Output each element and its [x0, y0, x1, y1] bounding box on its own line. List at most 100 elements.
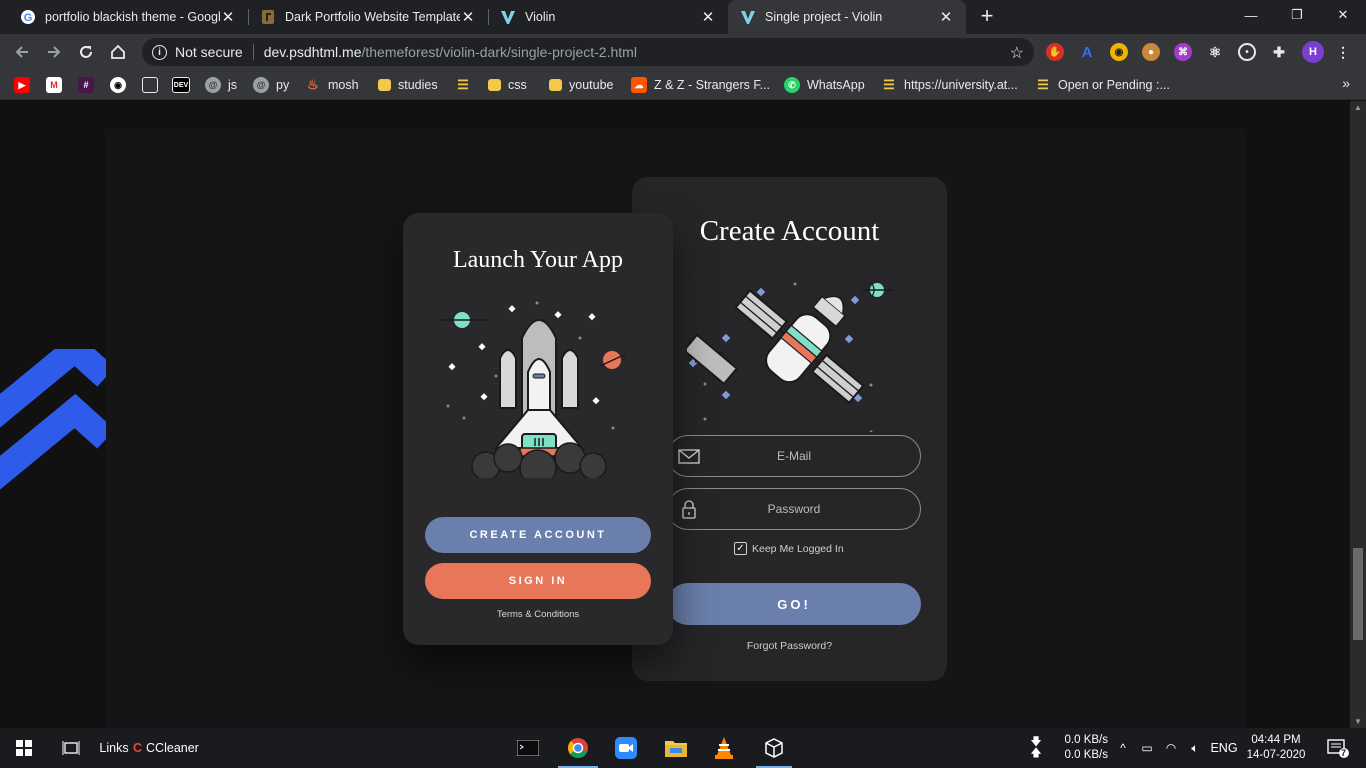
react-devtools-icon[interactable]: ⚛ [1206, 43, 1224, 61]
svg-text:G: G [24, 12, 33, 24]
window-close-button[interactable]: ✕ [1320, 0, 1366, 30]
maximize-button[interactable]: ❐ [1274, 0, 1320, 30]
close-icon[interactable]: ✕ [460, 9, 476, 26]
keep-logged-in-checkbox[interactable]: ✓ Keep Me Logged In [734, 542, 844, 555]
info-icon[interactable]: i [152, 44, 167, 60]
cookie-extension-icon[interactable]: ● [1142, 43, 1160, 61]
bookmark-css[interactable]: css [488, 76, 527, 94]
scroll-up-icon[interactable]: ▲ [1354, 103, 1362, 112]
minimize-button[interactable]: — [1228, 0, 1274, 30]
bookmark-github[interactable]: ◉ [110, 76, 133, 94]
battery-icon[interactable]: ▭ [1136, 728, 1158, 768]
page-scrollbar[interactable]: ▲ ▼ [1350, 101, 1366, 728]
page-viewport: Create Account E-Mail Password ✓ Keep Me… [0, 101, 1350, 728]
bookmark-open-pending[interactable]: ☰ Open or Pending :... [1035, 76, 1170, 94]
scrollbar-thumb[interactable] [1353, 548, 1363, 640]
box-app[interactable] [754, 728, 794, 768]
clock-date: 14-07-2020 [1246, 749, 1306, 761]
home-icon [111, 44, 125, 59]
home-button[interactable] [106, 40, 130, 64]
extensions-puzzle-icon[interactable]: ✚ [1270, 43, 1288, 61]
url-path: /themeforest/violin-dark/single-project-… [361, 44, 637, 60]
wifi-icon[interactable]: ◠ [1160, 728, 1182, 768]
start-button[interactable] [0, 728, 48, 768]
ladder-icon: ☰ [883, 77, 895, 92]
chrome-app[interactable] [556, 728, 600, 768]
tab-title: Dark Portfolio Website Templates [285, 10, 460, 24]
create-account-button[interactable]: CREATE ACCOUNT [425, 517, 651, 553]
links-toolbar[interactable]: Links [96, 728, 132, 768]
back-button[interactable] [10, 40, 34, 64]
keep-logged-in-label: Keep Me Logged In [752, 542, 844, 555]
file-explorer-app[interactable] [656, 728, 696, 768]
bookmark-slack[interactable]: # [78, 76, 101, 94]
codesandbox-icon [142, 77, 158, 93]
terminal-icon [517, 740, 539, 756]
ccleaner-shortcut[interactable]: C CCleaner [133, 728, 205, 768]
google-g-icon: G [20, 9, 36, 25]
purple-extension-icon[interactable]: ⌘ [1174, 43, 1192, 61]
task-view-button[interactable] [52, 728, 90, 768]
forward-button[interactable] [42, 40, 66, 64]
launch-app-card: Launch Your App CREATE ACCOUNT SIGN IN T… [403, 213, 673, 645]
clock[interactable]: 04:44 PM 14-07-2020 [1244, 733, 1308, 763]
zoom-app[interactable] [606, 728, 646, 768]
action-center-button[interactable]: 7 [1318, 728, 1358, 768]
bookmark-label: Open or Pending :... [1058, 78, 1170, 92]
terminal-app[interactable] [508, 728, 548, 768]
spiral-icon: @ [253, 77, 269, 93]
bookmark-dev[interactable]: DEV [172, 76, 197, 94]
bookmark-university[interactable]: ☰ https://university.at... [881, 76, 1018, 94]
bookmark-label: https://university.at... [904, 78, 1018, 92]
scroll-down-icon[interactable]: ▼ [1354, 717, 1362, 726]
profile-avatar[interactable]: H [1302, 41, 1324, 63]
password-field[interactable]: Password [667, 488, 921, 530]
vlc-app[interactable] [704, 728, 744, 768]
bookmark-label: mosh [328, 78, 359, 92]
close-icon[interactable]: ✕ [700, 9, 716, 26]
language-indicator[interactable]: ENG [1208, 728, 1240, 768]
bookmark-star-icon[interactable]: ☆ [1010, 43, 1024, 63]
sign-in-button[interactable]: SIGN IN [425, 563, 651, 599]
bookmark-whatsapp[interactable]: ✆ WhatsApp [784, 76, 865, 94]
bookmark-label: WhatsApp [807, 78, 865, 92]
bookmark-ladder[interactable]: ☰ [455, 76, 478, 94]
tab-title: Single project - Violin [765, 10, 883, 24]
new-tab-button[interactable]: + [976, 5, 998, 28]
tab-google[interactable]: G portfolio blackish theme - Google ✕ [8, 0, 248, 34]
reload-button[interactable] [74, 40, 98, 64]
bookmarks-bar: ▶ M # ◉ DEV @ js @ py ♨ mosh studies ☰ css … [0, 70, 1366, 100]
bookmark-gmail[interactable]: M [46, 76, 69, 94]
close-icon[interactable]: ✕ [220, 9, 236, 26]
tab-single-project[interactable]: Single project - Violin ✕ [728, 0, 966, 34]
email-field[interactable]: E-Mail [667, 435, 921, 477]
terms-link[interactable]: Terms & Conditions [403, 609, 673, 620]
gmail-icon: M [46, 77, 62, 93]
tab-themeforest[interactable]: Dark Portfolio Website Templates ✕ [248, 0, 488, 34]
tab-title: portfolio blackish theme - Google [45, 10, 220, 24]
go-button[interactable]: GO! [667, 583, 921, 625]
adblock-extension-icon[interactable]: ✋ [1046, 43, 1064, 61]
ccleaner-label: CCleaner [146, 741, 199, 755]
menu-kebab-icon[interactable]: ⋮ [1334, 43, 1352, 61]
bookmarks-more-button[interactable]: » [1342, 75, 1350, 91]
bookmark-py[interactable]: @ py [253, 76, 289, 94]
bookmark-youtube-folder[interactable]: youtube [549, 76, 613, 94]
close-icon[interactable]: ✕ [938, 9, 954, 26]
target-extension-icon[interactable]: • [1238, 43, 1256, 61]
bookmark-mosh[interactable]: ♨ mosh [305, 76, 359, 94]
volume-icon[interactable]: 🔈︎ [1184, 728, 1206, 768]
lock-icon [682, 500, 696, 519]
bookmark-studies[interactable]: studies [378, 76, 438, 94]
tab-violin[interactable]: Violin ✕ [488, 0, 728, 34]
tab-strip: G portfolio blackish theme - Google ✕ Da… [0, 0, 1366, 34]
font-extension-icon[interactable]: A [1078, 43, 1096, 61]
chevron-up-icon[interactable]: ^ [1112, 728, 1134, 768]
bookmark-soundcloud[interactable]: ☁ Z & Z - Strangers F... [631, 76, 770, 94]
forgot-password-link[interactable]: Forgot Password? [632, 640, 947, 652]
bookmark-youtube[interactable]: ▶ [14, 76, 37, 94]
owl-extension-icon[interactable]: ◉ [1110, 43, 1128, 61]
address-bar[interactable]: i Not secure dev.psdhtml.me/themeforest/… [142, 38, 1034, 66]
bookmark-js[interactable]: @ js [205, 76, 237, 94]
bookmark-codesandbox[interactable] [142, 76, 165, 94]
